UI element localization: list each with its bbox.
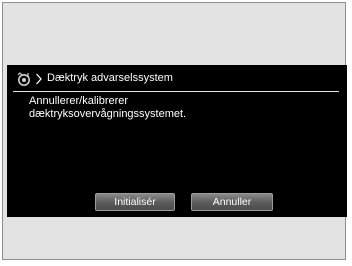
message-line-1: Annullerer/kalibrerer [29,95,129,107]
display-frame: Dæktryk advarselssystem Annullerer/kalib… [2,2,347,260]
initialize-button[interactable]: Initialisér [95,193,175,211]
dialog-message: Annullerer/kalibrerer dæktryksovervågnin… [29,95,186,121]
dialog-screen: Dæktryk advarselssystem Annullerer/kalib… [7,65,347,217]
dialog-header: Dæktryk advarselssystem [7,69,347,89]
cancel-button[interactable]: Annuller [191,193,273,211]
dialog-title: Dæktryk advarselssystem [47,72,173,84]
header-divider [13,91,339,92]
tire-pressure-icon [17,72,30,86]
message-line-2: dæktryksovervågningssystemet. [29,108,187,120]
chevron-right-icon [36,73,42,85]
